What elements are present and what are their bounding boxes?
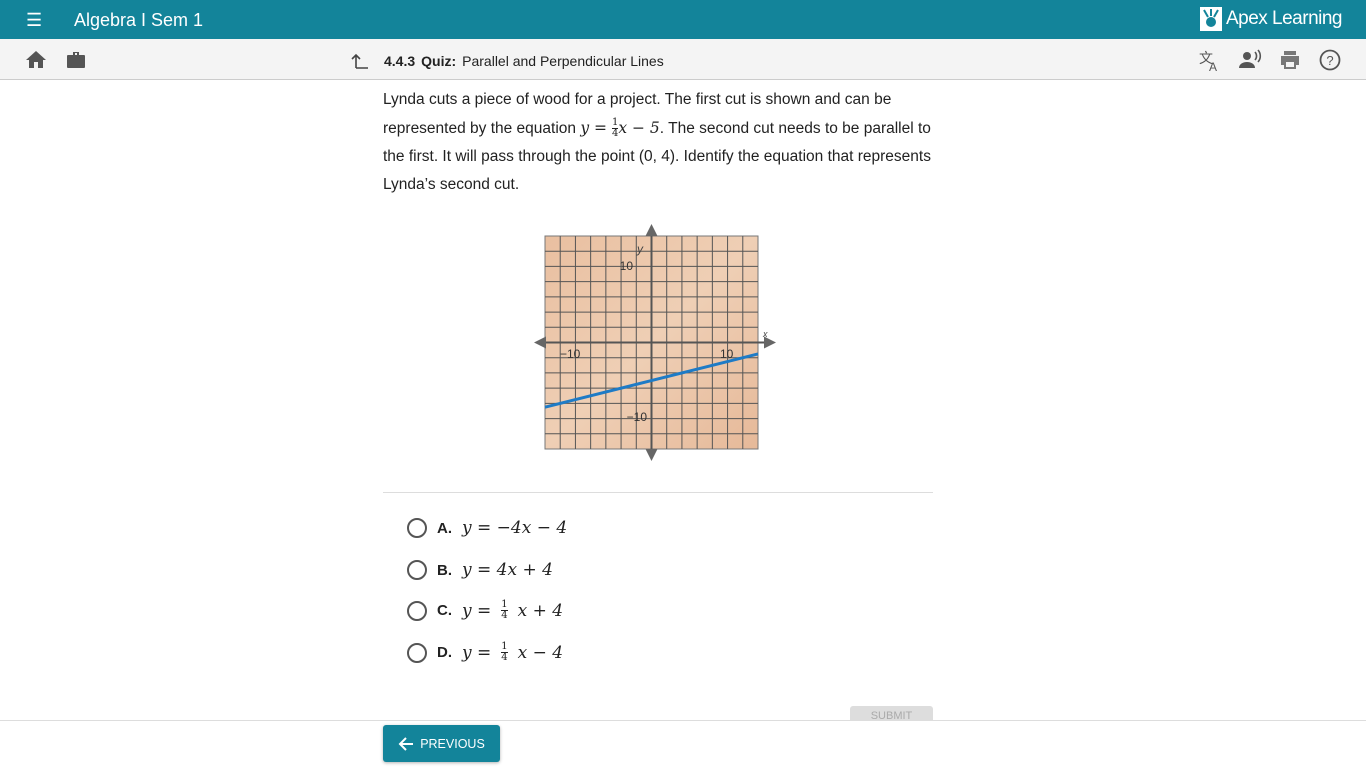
- previous-button[interactable]: PREVIOUS: [383, 725, 500, 762]
- up-arrow-icon[interactable]: [350, 51, 370, 71]
- x-tick-label-neg10: −10: [560, 347, 581, 361]
- radio-button[interactable]: [407, 560, 427, 580]
- answer-option-b[interactable]: B. y = 4x + 4: [407, 560, 553, 580]
- option-equation: y =: [462, 600, 492, 621]
- submit-button[interactable]: SUBMIT: [850, 706, 933, 720]
- lesson-number: 4.4.3: [384, 53, 416, 69]
- print-icon[interactable]: [1278, 48, 1302, 72]
- menu-icon[interactable]: ☰: [26, 10, 42, 31]
- toolbar: 4.4.3 Quiz: Parallel and Perpendicular L…: [0, 39, 1366, 80]
- fraction-denominator: 4: [501, 610, 508, 621]
- y-tick-label-10: 10: [620, 259, 634, 273]
- lesson-title: Parallel and Perpendicular Lines: [462, 53, 664, 69]
- y-axis-label: y: [636, 242, 644, 256]
- divider: [383, 492, 933, 493]
- text-to-speech-icon[interactable]: [1238, 48, 1262, 72]
- equation-rhs: x − 5: [618, 119, 660, 137]
- option-letter: D.: [437, 644, 452, 661]
- brand-name: Apex Learning: [1225, 8, 1343, 29]
- svg-text:A: A: [1209, 60, 1217, 72]
- equation-lhs: y =: [580, 119, 612, 137]
- radio-button[interactable]: [407, 518, 427, 538]
- option-equation: y =: [462, 642, 492, 663]
- option-letter: B.: [437, 561, 452, 579]
- help-icon[interactable]: ?: [1318, 48, 1342, 72]
- option-letter: A.: [437, 519, 452, 537]
- fraction-denominator: 4: [501, 652, 508, 663]
- coordinate-graph: y x −10 10 10 −10: [534, 224, 776, 461]
- course-title: Algebra I Sem 1: [74, 10, 204, 30]
- option-equation-rest: x + 4: [517, 600, 564, 621]
- radio-button[interactable]: [407, 642, 427, 663]
- breadcrumb: 4.4.3 Quiz: Parallel and Perpendicular L…: [350, 51, 664, 71]
- x-axis-label: x: [762, 329, 768, 339]
- arrow-left-icon: [398, 736, 414, 751]
- translate-icon[interactable]: 文A: [1198, 48, 1222, 72]
- question-text: Lynda cuts a piece of wood for a project…: [383, 86, 933, 199]
- previous-label: PREVIOUS: [420, 736, 485, 751]
- svg-text:?: ?: [1326, 53, 1333, 68]
- radio-button[interactable]: [407, 600, 427, 621]
- option-equation-rest: x − 4: [517, 642, 564, 663]
- x-axis-arrow-left: [534, 336, 546, 349]
- top-bar: ☰ Algebra I Sem 1 Apex Learning: [0, 0, 1366, 39]
- fraction: 14: [501, 642, 508, 663]
- briefcase-icon[interactable]: [64, 48, 88, 72]
- answer-option-d[interactable]: D. y = 14 x − 4: [407, 642, 563, 663]
- apex-logo-icon: [1199, 7, 1222, 31]
- y-axis-arrow-up: [645, 224, 658, 236]
- y-tick-label-neg10: −10: [627, 410, 648, 424]
- option-letter: C.: [437, 602, 452, 619]
- lesson-type: Quiz:: [421, 53, 457, 69]
- fraction: 14: [501, 600, 508, 621]
- y-axis-arrow-down: [645, 449, 658, 461]
- option-equation: y = 4x + 4: [462, 560, 553, 580]
- answer-option-c[interactable]: C. y = 14 x + 4: [407, 600, 563, 621]
- footer: [0, 720, 1366, 768]
- x-tick-label-10: 10: [720, 347, 734, 361]
- apex-logo: Apex Learning: [1199, 7, 1343, 31]
- answer-option-a[interactable]: A. y = −4x − 4: [407, 518, 567, 538]
- option-equation: y = −4x − 4: [462, 518, 568, 538]
- home-icon[interactable]: [24, 48, 48, 72]
